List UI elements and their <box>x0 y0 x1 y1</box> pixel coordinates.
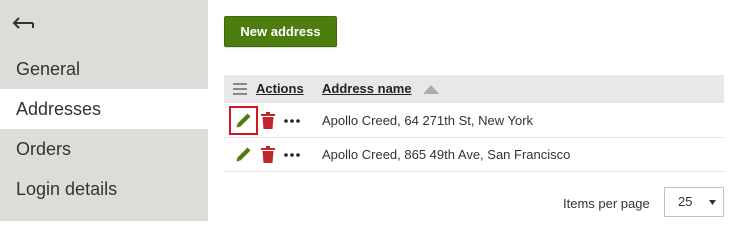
sidebar-item-addresses[interactable]: Addresses <box>0 89 208 129</box>
sidebar-item-login-details[interactable]: Login details <box>0 169 208 209</box>
table-row: Apollo Creed, 64 271th St, New York <box>224 104 724 138</box>
sidebar: General Addresses Orders Login details <box>0 0 208 221</box>
sidebar-item-orders[interactable]: Orders <box>0 129 208 169</box>
edit-pencil-icon[interactable] <box>235 112 252 129</box>
new-address-button[interactable]: New address <box>224 16 337 47</box>
back-arrow-icon[interactable] <box>11 14 37 32</box>
table-header: Actions Address name <box>224 75 724 103</box>
items-per-page-label: Items per page <box>563 196 650 211</box>
items-per-page-select[interactable]: 25 <box>664 187 724 217</box>
column-menu-icon[interactable] <box>233 83 247 95</box>
more-actions-icon[interactable] <box>284 153 300 157</box>
more-actions-icon[interactable] <box>284 119 300 123</box>
sort-ascending-icon[interactable] <box>423 85 439 94</box>
address-name-cell: Apollo Creed, 865 49th Ave, San Francisc… <box>322 147 571 162</box>
chevron-down-icon <box>709 200 716 205</box>
edit-pencil-icon[interactable] <box>235 146 252 163</box>
column-header-address-name[interactable]: Address name <box>322 75 412 103</box>
delete-trash-icon[interactable] <box>261 146 275 163</box>
column-header-actions[interactable]: Actions <box>256 75 304 103</box>
delete-trash-icon[interactable] <box>261 112 275 129</box>
table-row: Apollo Creed, 865 49th Ave, San Francisc… <box>224 138 724 172</box>
items-per-page-value: 25 <box>678 194 693 209</box>
sidebar-item-general[interactable]: General <box>0 49 208 89</box>
address-name-cell: Apollo Creed, 64 271th St, New York <box>322 113 534 128</box>
